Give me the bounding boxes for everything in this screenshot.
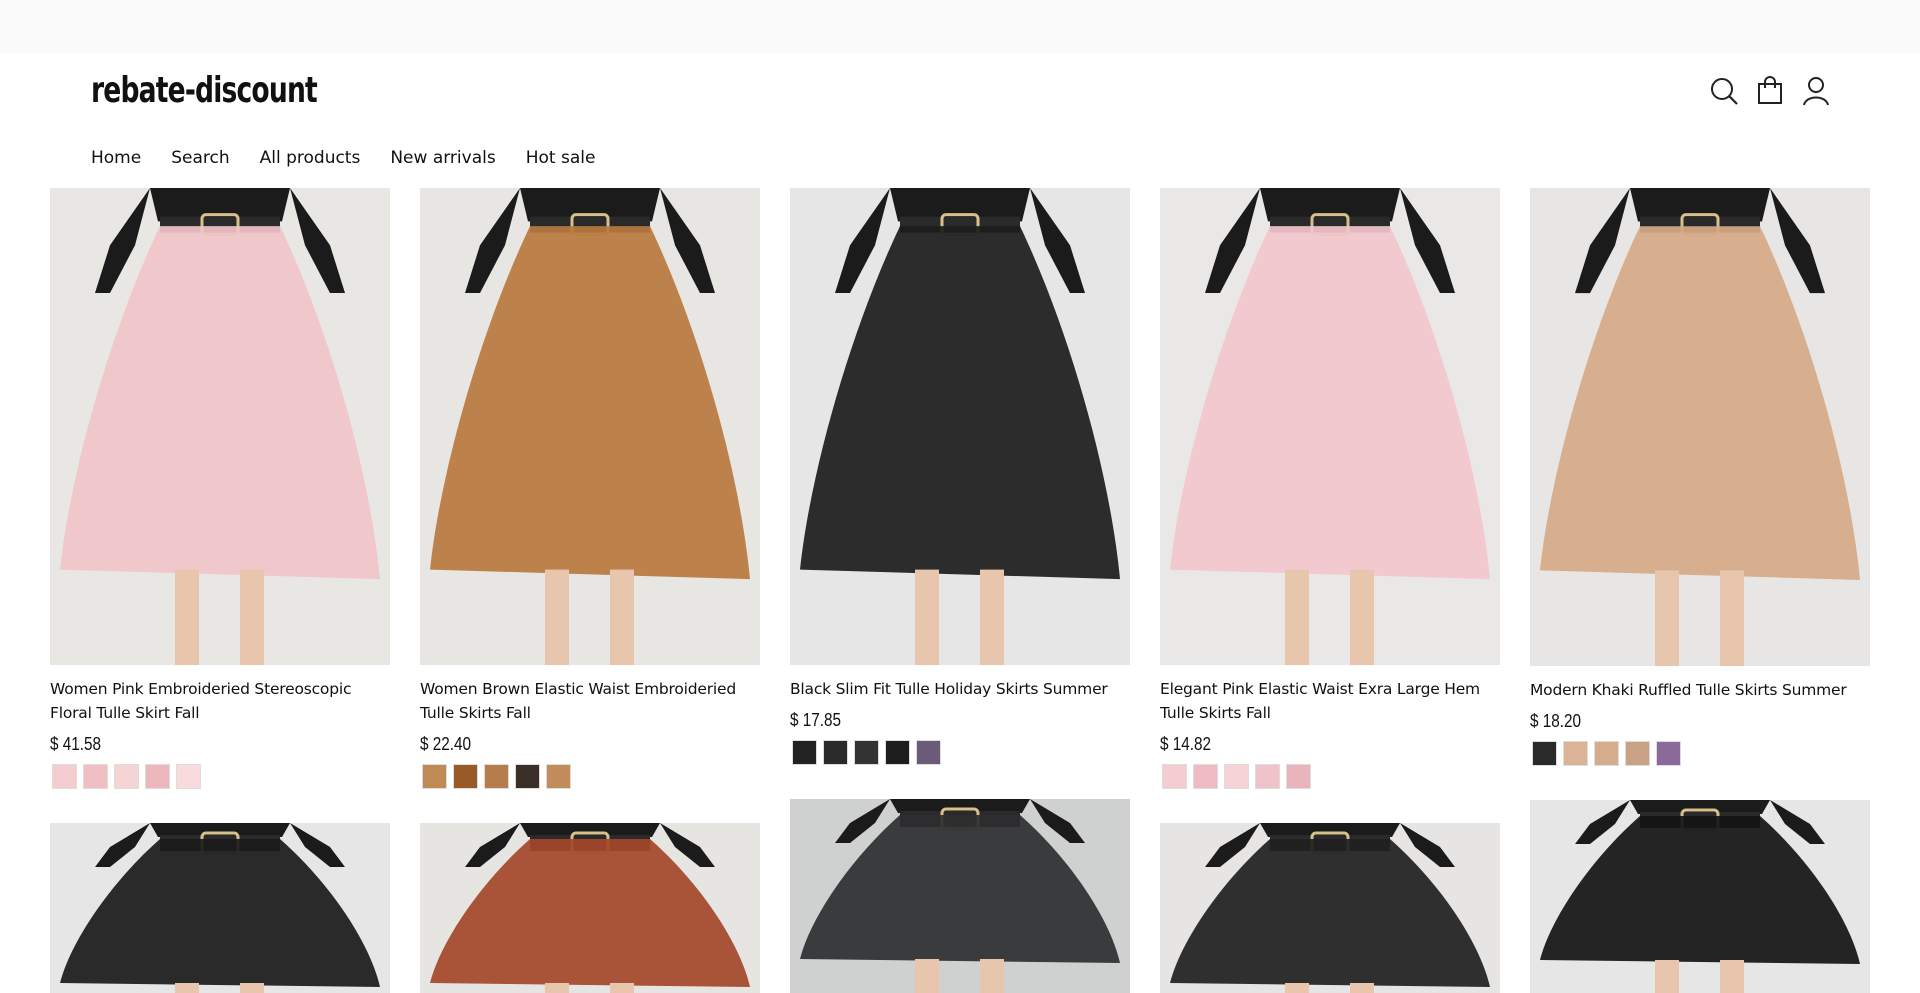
product-card[interactable] <box>50 823 390 993</box>
product-price: $ 22.40 <box>420 734 472 754</box>
color-swatches <box>50 764 390 789</box>
product-card[interactable] <box>420 823 760 993</box>
product-photo <box>800 188 1120 665</box>
color-swatch[interactable] <box>885 740 910 765</box>
color-swatch[interactable] <box>52 764 77 789</box>
color-swatch[interactable] <box>176 764 201 789</box>
product-photo <box>60 823 380 993</box>
product-price: $ 14.82 <box>1160 734 1212 754</box>
site-logo[interactable]: rebate-discount <box>91 70 318 111</box>
product-price: $ 18.20 <box>1530 711 1582 731</box>
product-card[interactable] <box>1160 823 1500 993</box>
product-image[interactable] <box>50 823 390 993</box>
color-swatch[interactable] <box>1656 741 1681 766</box>
product-price: $ 41.58 <box>50 734 102 754</box>
color-swatch[interactable] <box>1255 764 1280 789</box>
product-photo <box>60 188 380 665</box>
color-swatch[interactable] <box>1532 741 1557 766</box>
color-swatch[interactable] <box>484 764 509 789</box>
color-swatch[interactable] <box>1162 764 1187 789</box>
product-grid: Women Pink Embroideried Stereoscopic Flo… <box>0 188 1920 993</box>
color-swatch[interactable] <box>83 764 108 789</box>
nav-home[interactable]: Home <box>91 148 141 168</box>
product-photo <box>1540 188 1860 666</box>
cart-icon[interactable] <box>1756 75 1784 107</box>
product-image[interactable] <box>1530 800 1870 993</box>
nav-new-arrivals[interactable]: New arrivals <box>390 148 495 168</box>
product-card[interactable]: Black Slim Fit Tulle Holiday Skirts Summ… <box>790 188 1130 765</box>
top-bar <box>0 0 1920 53</box>
product-photo <box>800 799 1120 993</box>
product-image[interactable] <box>790 188 1130 665</box>
product-image[interactable] <box>790 799 1130 993</box>
product-card[interactable] <box>790 799 1130 993</box>
header-icons <box>1710 75 1830 107</box>
color-swatches <box>790 740 1130 765</box>
product-photo <box>1170 188 1490 665</box>
account-icon[interactable] <box>1802 75 1830 107</box>
product-price: $ 17.85 <box>790 710 842 730</box>
product-card[interactable]: Women Brown Elastic Waist Embroideried T… <box>420 188 760 789</box>
color-swatch[interactable] <box>453 764 478 789</box>
nav-search[interactable]: Search <box>171 148 229 168</box>
color-swatch[interactable] <box>145 764 170 789</box>
product-image[interactable] <box>1160 188 1500 665</box>
nav-all-products[interactable]: All products <box>260 148 361 168</box>
product-image[interactable] <box>420 188 760 665</box>
color-swatch[interactable] <box>1224 764 1249 789</box>
product-photo <box>1170 823 1490 993</box>
product-card[interactable]: Modern Khaki Ruffled Tulle Skirts Summer… <box>1530 188 1870 766</box>
color-swatch[interactable] <box>1625 741 1650 766</box>
product-photo <box>430 188 750 665</box>
color-swatches <box>1160 764 1500 789</box>
color-swatch[interactable] <box>515 764 540 789</box>
nav-hot-sale[interactable]: Hot sale <box>526 148 596 168</box>
product-card[interactable] <box>1530 800 1870 993</box>
product-card[interactable]: Women Pink Embroideried Stereoscopic Flo… <box>50 188 390 789</box>
color-swatch[interactable] <box>854 740 879 765</box>
product-image[interactable] <box>50 188 390 665</box>
product-title[interactable]: Women Brown Elastic Waist Embroideried T… <box>420 677 760 725</box>
color-swatches <box>420 764 760 789</box>
product-card[interactable]: Elegant Pink Elastic Waist Exra Large He… <box>1160 188 1500 789</box>
color-swatch[interactable] <box>1563 741 1588 766</box>
product-photo <box>430 823 750 993</box>
color-swatch[interactable] <box>546 764 571 789</box>
product-title[interactable]: Black Slim Fit Tulle Holiday Skirts Summ… <box>790 677 1130 701</box>
product-title[interactable]: Women Pink Embroideried Stereoscopic Flo… <box>50 677 390 725</box>
main-nav: Home Search All products New arrivals Ho… <box>91 148 625 168</box>
product-title[interactable]: Modern Khaki Ruffled Tulle Skirts Summer <box>1530 678 1870 702</box>
color-swatch[interactable] <box>1286 764 1311 789</box>
site-header: rebate-discount Home Search All products… <box>0 53 1920 188</box>
search-icon[interactable] <box>1710 75 1738 107</box>
product-image[interactable] <box>420 823 760 993</box>
product-image[interactable] <box>1160 823 1500 993</box>
color-swatch[interactable] <box>792 740 817 765</box>
color-swatch[interactable] <box>422 764 447 789</box>
product-photo <box>1540 800 1860 993</box>
product-title[interactable]: Elegant Pink Elastic Waist Exra Large He… <box>1160 677 1500 725</box>
color-swatch[interactable] <box>1193 764 1218 789</box>
color-swatches <box>1530 741 1870 766</box>
color-swatch[interactable] <box>114 764 139 789</box>
color-swatch[interactable] <box>916 740 941 765</box>
color-swatch[interactable] <box>1594 741 1619 766</box>
color-swatch[interactable] <box>823 740 848 765</box>
product-image[interactable] <box>1530 188 1870 666</box>
